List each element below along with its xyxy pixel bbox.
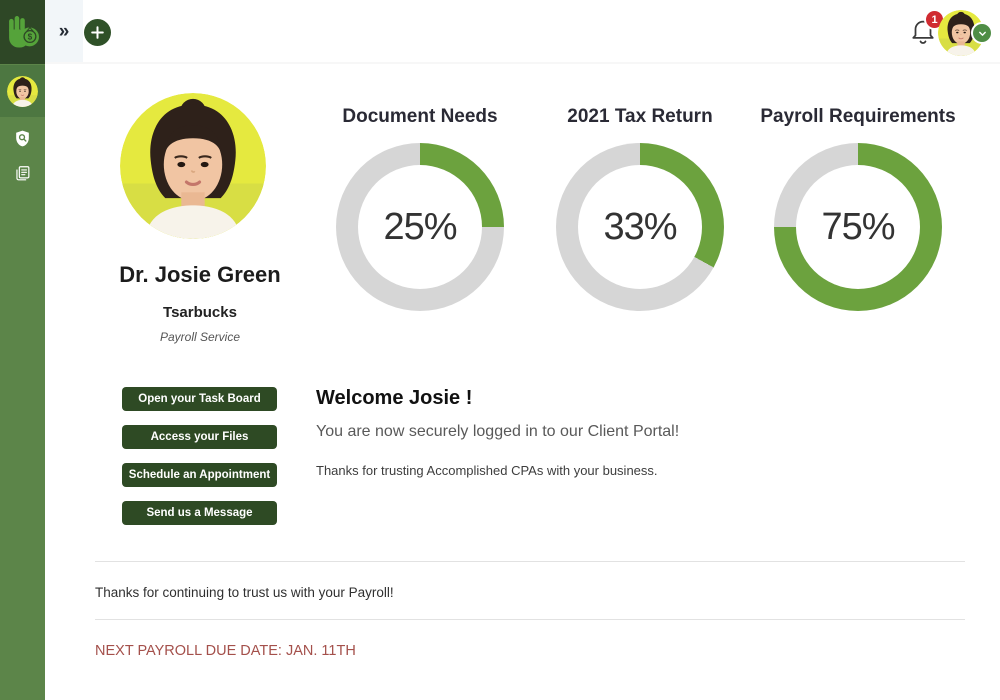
sidebar-expand-button[interactable]: » [45,0,83,62]
client-portal-screen: » 1 Dr. Josie Green Tsarbucks Payroll Se… [0,0,1000,700]
payroll-due-date: NEXT PAYROLL DUE DATE: JAN. 11TH [95,643,356,659]
donut-hole: 33% [578,165,702,289]
donut-chart-tax-return: 33% [556,143,724,311]
open-task-board-button[interactable]: Open your Task Board [122,387,277,411]
sidebar-item-review[interactable] [0,123,45,153]
sidebar-item-profile[interactable] [0,65,45,117]
add-button[interactable] [84,19,111,46]
donut-chart-payroll-requirements: 75% [774,143,942,311]
chevron-down-badge [971,22,993,44]
user-menu-button[interactable] [938,10,993,56]
schedule-appointment-button[interactable]: Schedule an Appointment [122,463,277,487]
payroll-note: Thanks for continuing to trust us with y… [95,585,394,600]
hand-money-bag-logo-icon [5,14,41,50]
app-logo-button[interactable] [0,0,45,64]
profile-company: Tsarbucks [163,304,237,321]
donut-hole: 75% [796,165,920,289]
topbar: » 1 [45,0,1000,64]
shield-search-icon [13,129,32,148]
donut-percent-document-needs: 25% [383,205,457,248]
donut-percent-payroll-requirements: 75% [821,205,895,248]
sidebar-item-documents[interactable] [0,158,45,188]
welcome-heading: Welcome Josie ! [316,387,473,409]
welcome-line1: You are now securely logged in to our Cl… [316,423,680,440]
double-chevron-right-icon: » [58,20,70,42]
chevron-down-icon [976,27,989,40]
divider [95,561,965,562]
send-message-button[interactable]: Send us a Message [122,501,277,525]
sidebar [0,0,45,700]
documents-icon [13,164,32,183]
profile-service: Payroll Service [159,330,241,344]
plus-icon [89,24,106,41]
profile-photo-image [120,93,266,239]
profile-name: Dr. Josie Green [119,262,281,287]
donut-chart-document-needs: 25% [336,143,504,311]
donut-hole: 25% [358,165,482,289]
sidebar-avatar [7,76,38,107]
donut-percent-tax-return: 33% [603,205,677,248]
welcome-line2: Thanks for trusting Accomplished CPAs wi… [316,463,658,478]
donut-title-payroll-requirements: Payroll Requirements [760,106,956,127]
divider [95,619,965,620]
access-files-button[interactable]: Access your Files [122,425,277,449]
profile-photo [120,93,266,239]
